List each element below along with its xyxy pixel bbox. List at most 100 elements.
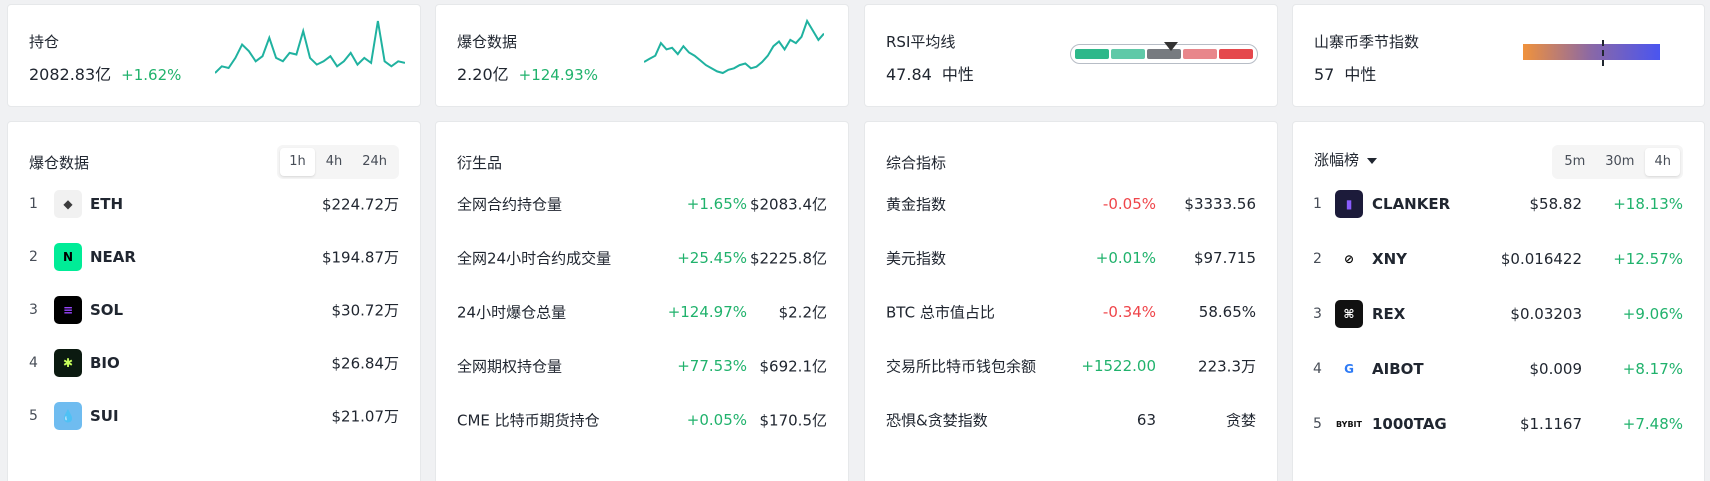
metric-change: +0.05% bbox=[686, 411, 747, 429]
coin-symbol: REX bbox=[1372, 305, 1406, 323]
near-coin-icon: N bbox=[54, 243, 82, 271]
rank-number: 2 bbox=[1313, 251, 1322, 267]
derivative-row[interactable]: 全网期权持仓量 +77.53% $692.1亿 bbox=[436, 351, 848, 381]
coin-symbol: NEAR bbox=[90, 248, 136, 266]
gainers-panel: 涨幅榜 5m 30m 4h 1 ▮ CLANKER $58.82 +18.13% 2 ⊘ XN… bbox=[1292, 121, 1705, 481]
indicator-value: 58.65% bbox=[1198, 303, 1256, 321]
indicator-row[interactable]: 交易所比特币钱包余额 +1522.00 223.3万 bbox=[865, 351, 1277, 381]
altseason-status: 中性 bbox=[1344, 65, 1377, 84]
tab-4h[interactable]: 4h bbox=[317, 148, 352, 176]
derivative-row[interactable]: 全网合约持仓量 +1.65% $2083.4亿 bbox=[436, 189, 848, 219]
coin-symbol: AIBOT bbox=[1372, 360, 1424, 378]
indicator-name: 美元指数 bbox=[886, 249, 947, 268]
indicator-row[interactable]: 黄金指数 -0.05% $3333.56 bbox=[865, 189, 1277, 219]
rank-number: 3 bbox=[29, 302, 38, 318]
bio-coin-icon: ✱ bbox=[54, 349, 82, 377]
gainer-row[interactable]: 1 ▮ CLANKER $58.82 +18.13% bbox=[1293, 189, 1704, 219]
rank-number: 5 bbox=[29, 408, 38, 424]
metric-name: 全网合约持仓量 bbox=[457, 195, 563, 214]
altseason-pointer bbox=[1602, 40, 1604, 66]
gainer-row[interactable]: 2 ⊘ XNY $0.016422 +12.57% bbox=[1293, 244, 1704, 274]
liquidation-row[interactable]: 4 ✱ BIO $26.84万 bbox=[8, 348, 420, 378]
liquidation-value-line: 2.20亿 +124.93% bbox=[457, 61, 598, 85]
liquidation-row[interactable]: 2 N NEAR $194.87万 bbox=[8, 242, 420, 272]
coin-symbol: SOL bbox=[90, 301, 124, 319]
rsi-segment bbox=[1111, 49, 1145, 59]
coin-price: $1.1167 bbox=[1519, 415, 1582, 433]
coin-symbol: CLANKER bbox=[1372, 195, 1451, 213]
rsi-pointer-icon bbox=[1164, 42, 1178, 51]
gainers-title: 涨幅榜 bbox=[1314, 151, 1360, 169]
open-interest-label: 持仓 bbox=[29, 33, 60, 51]
altseason-value-line: 57 中性 bbox=[1314, 61, 1376, 85]
coin-symbol: BIO bbox=[90, 354, 120, 372]
aibot-coin-icon: G bbox=[1335, 355, 1363, 383]
metric-name: CME 比特币期货持仓 bbox=[457, 411, 600, 430]
tab-5m[interactable]: 5m bbox=[1555, 148, 1594, 176]
open-interest-change: +1.62% bbox=[121, 66, 182, 84]
coin-change: +9.06% bbox=[1622, 305, 1683, 323]
tab-24h[interactable]: 24h bbox=[353, 148, 396, 176]
liquidation-change: +124.93% bbox=[518, 66, 598, 84]
rank-number: 3 bbox=[1313, 306, 1322, 322]
coin-price: $0.016422 bbox=[1500, 250, 1582, 268]
indicators-title: 综合指标 bbox=[886, 154, 947, 172]
metric-change: +124.97% bbox=[667, 303, 747, 321]
rank-number: 1 bbox=[1313, 196, 1322, 212]
gainer-row[interactable]: 4 G AIBOT $0.009 +8.17% bbox=[1293, 354, 1704, 384]
liquidation-row[interactable]: 5 💧 SUI $21.07万 bbox=[8, 401, 420, 431]
gainer-row[interactable]: 5 BYBIT 1000TAG $1.1167 +7.48% bbox=[1293, 409, 1704, 439]
metric-name: 全网24小时合约成交量 bbox=[457, 249, 612, 268]
tab-30m[interactable]: 30m bbox=[1596, 148, 1643, 176]
rsi-status: 中性 bbox=[941, 65, 974, 84]
rank-number: 2 bbox=[29, 249, 38, 265]
derivative-row[interactable]: 24小时爆仓总量 +124.97% $2.2亿 bbox=[436, 297, 848, 327]
liquidation-card[interactable]: 爆仓数据 2.20亿 +124.93% bbox=[435, 4, 849, 107]
indicator-row[interactable]: BTC 总市值占比 -0.34% 58.65% bbox=[865, 297, 1277, 327]
indicator-value: 贪婪 bbox=[1225, 411, 1256, 430]
rsi-label: RSI平均线 bbox=[886, 33, 956, 51]
altseason-gauge bbox=[1523, 44, 1660, 60]
liquidation-amount: $21.07万 bbox=[331, 407, 400, 426]
open-interest-card[interactable]: 持仓 2082.83亿 +1.62% bbox=[7, 4, 421, 107]
rsi-value: 47.84 bbox=[886, 65, 932, 84]
metric-value: $692.1亿 bbox=[759, 357, 828, 376]
tab-1h[interactable]: 1h bbox=[280, 148, 315, 176]
coin-change: +7.48% bbox=[1622, 415, 1683, 433]
derivative-row[interactable]: 全网24小时合约成交量 +25.45% $2225.8亿 bbox=[436, 243, 848, 273]
rank-number: 5 bbox=[1313, 416, 1322, 432]
liquidation-sparkline bbox=[644, 18, 824, 75]
gainers-dropdown[interactable]: 涨幅榜 bbox=[1314, 149, 1378, 170]
metric-change: +77.53% bbox=[677, 357, 747, 375]
metric-value: $2.2亿 bbox=[778, 303, 827, 322]
indicator-row[interactable]: 美元指数 +0.01% $97.715 bbox=[865, 243, 1277, 273]
derivative-row[interactable]: CME 比特币期货持仓 +0.05% $170.5亿 bbox=[436, 405, 848, 435]
indicator-value: $97.715 bbox=[1193, 249, 1256, 267]
indicator-change: +0.01% bbox=[1095, 249, 1156, 267]
liquidation-row[interactable]: 1 ◆ ETH $224.72万 bbox=[8, 189, 420, 219]
indicator-value: $3333.56 bbox=[1184, 195, 1256, 213]
rex-coin-icon: ⌘ bbox=[1335, 300, 1363, 328]
indicator-change: +1522.00 bbox=[1081, 357, 1156, 375]
indicator-name: BTC 总市值占比 bbox=[886, 303, 995, 322]
liquidation-label: 爆仓数据 bbox=[457, 33, 518, 51]
tab-4h[interactable]: 4h bbox=[1645, 148, 1680, 176]
indicator-change: -0.34% bbox=[1102, 303, 1156, 321]
coin-change: +8.17% bbox=[1622, 360, 1683, 378]
gainer-row[interactable]: 3 ⌘ REX $0.03203 +9.06% bbox=[1293, 299, 1704, 329]
metric-change: +1.65% bbox=[686, 195, 747, 213]
sui-coin-icon: 💧 bbox=[54, 402, 82, 430]
xny-coin-icon: ⊘ bbox=[1335, 245, 1363, 273]
indicator-name: 交易所比特币钱包余额 bbox=[886, 357, 1037, 376]
liquidation-panel: 爆仓数据 1h 4h 24h 1 ◆ ETH $224.72万 2 N NEAR $194.8… bbox=[7, 121, 421, 481]
gainers-timeframe-tabs: 5m 30m 4h bbox=[1552, 145, 1683, 179]
liquidation-row[interactable]: 3 ≡ SOL $30.72万 bbox=[8, 295, 420, 325]
metric-value: $2083.4亿 bbox=[749, 195, 827, 214]
metric-name: 全网期权持仓量 bbox=[457, 357, 563, 376]
metric-change: +25.45% bbox=[677, 249, 747, 267]
liquidation-timeframe-tabs: 1h 4h 24h bbox=[277, 145, 399, 179]
altseason-label: 山寨币季节指数 bbox=[1314, 33, 1420, 51]
indicator-change: -0.05% bbox=[1102, 195, 1156, 213]
indicator-row[interactable]: 恐惧&贪婪指数 63 贪婪 bbox=[865, 405, 1277, 435]
open-interest-value-line: 2082.83亿 +1.62% bbox=[29, 61, 181, 85]
